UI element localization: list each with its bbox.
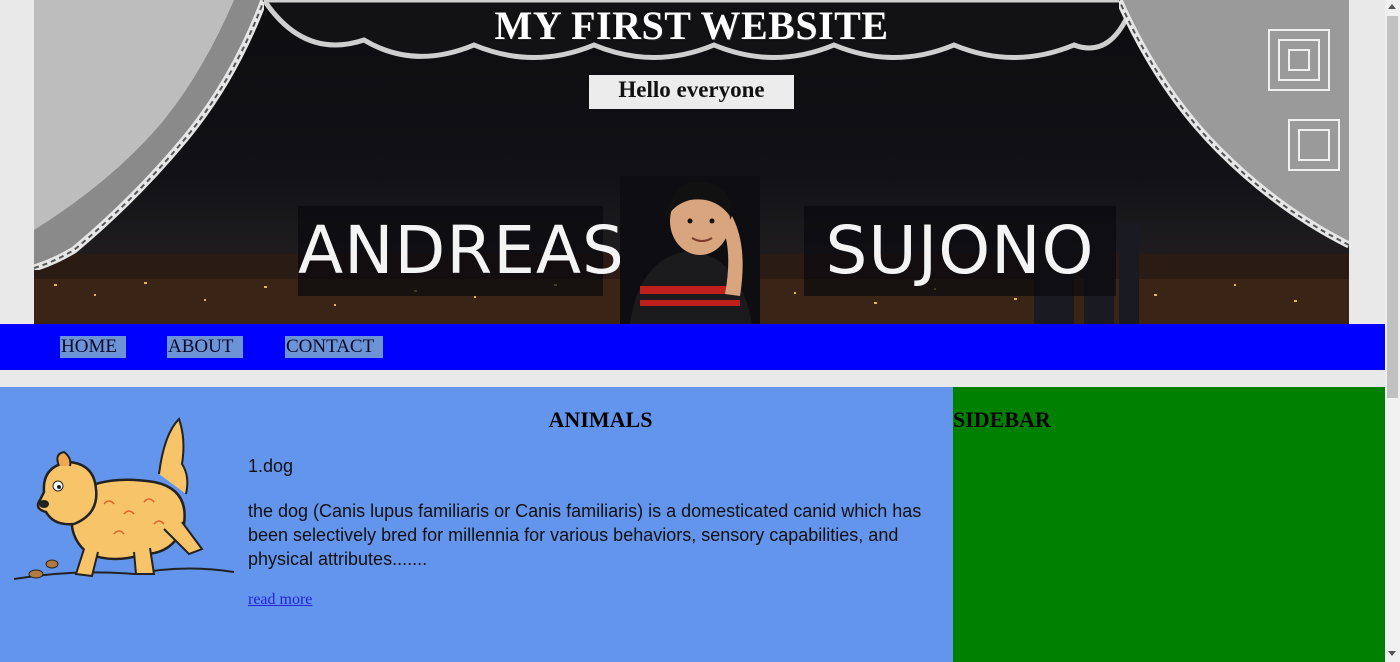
main-navigation-bar: HOME ABOUT CONTACT [0, 324, 1385, 370]
read-more-link[interactable]: read more [248, 591, 312, 609]
greeting-box: Hello everyone [589, 75, 794, 109]
scroll-down-arrow-icon[interactable] [1388, 651, 1396, 656]
scrollbar-thumb[interactable] [1387, 16, 1398, 398]
vertical-scrollbar[interactable] [1385, 0, 1400, 662]
nav-link-contact[interactable]: CONTACT [285, 336, 383, 358]
sidebar-title: SIDEBAR [953, 407, 1051, 432]
dog-icon [14, 417, 234, 580]
boy-portrait-image [620, 176, 760, 324]
scroll-up-arrow-icon[interactable] [1388, 4, 1396, 9]
main-content-area: ANIMALS 1.dog the dog (Canis lupus famil… [0, 387, 953, 662]
sidebar: SIDEBAR [953, 387, 1385, 662]
name-first-banner: ANDREAS [298, 206, 624, 296]
animal-item-description: the dog (Canis lupus familiaris or Canis… [248, 501, 922, 569]
section-title: ANIMALS [548, 407, 653, 432]
nav-link-about[interactable]: ABOUT [167, 336, 243, 358]
site-title: MY FIRST WEBSITE [494, 3, 889, 48]
nav-link-home[interactable]: HOME [60, 336, 126, 358]
header-banner: MY FIRST WEBSITE Hello everyone ANDREAS … [34, 0, 1349, 324]
name-last-banner: SUJONO [804, 206, 1116, 296]
animal-item-title: 1.dog [248, 456, 294, 476]
